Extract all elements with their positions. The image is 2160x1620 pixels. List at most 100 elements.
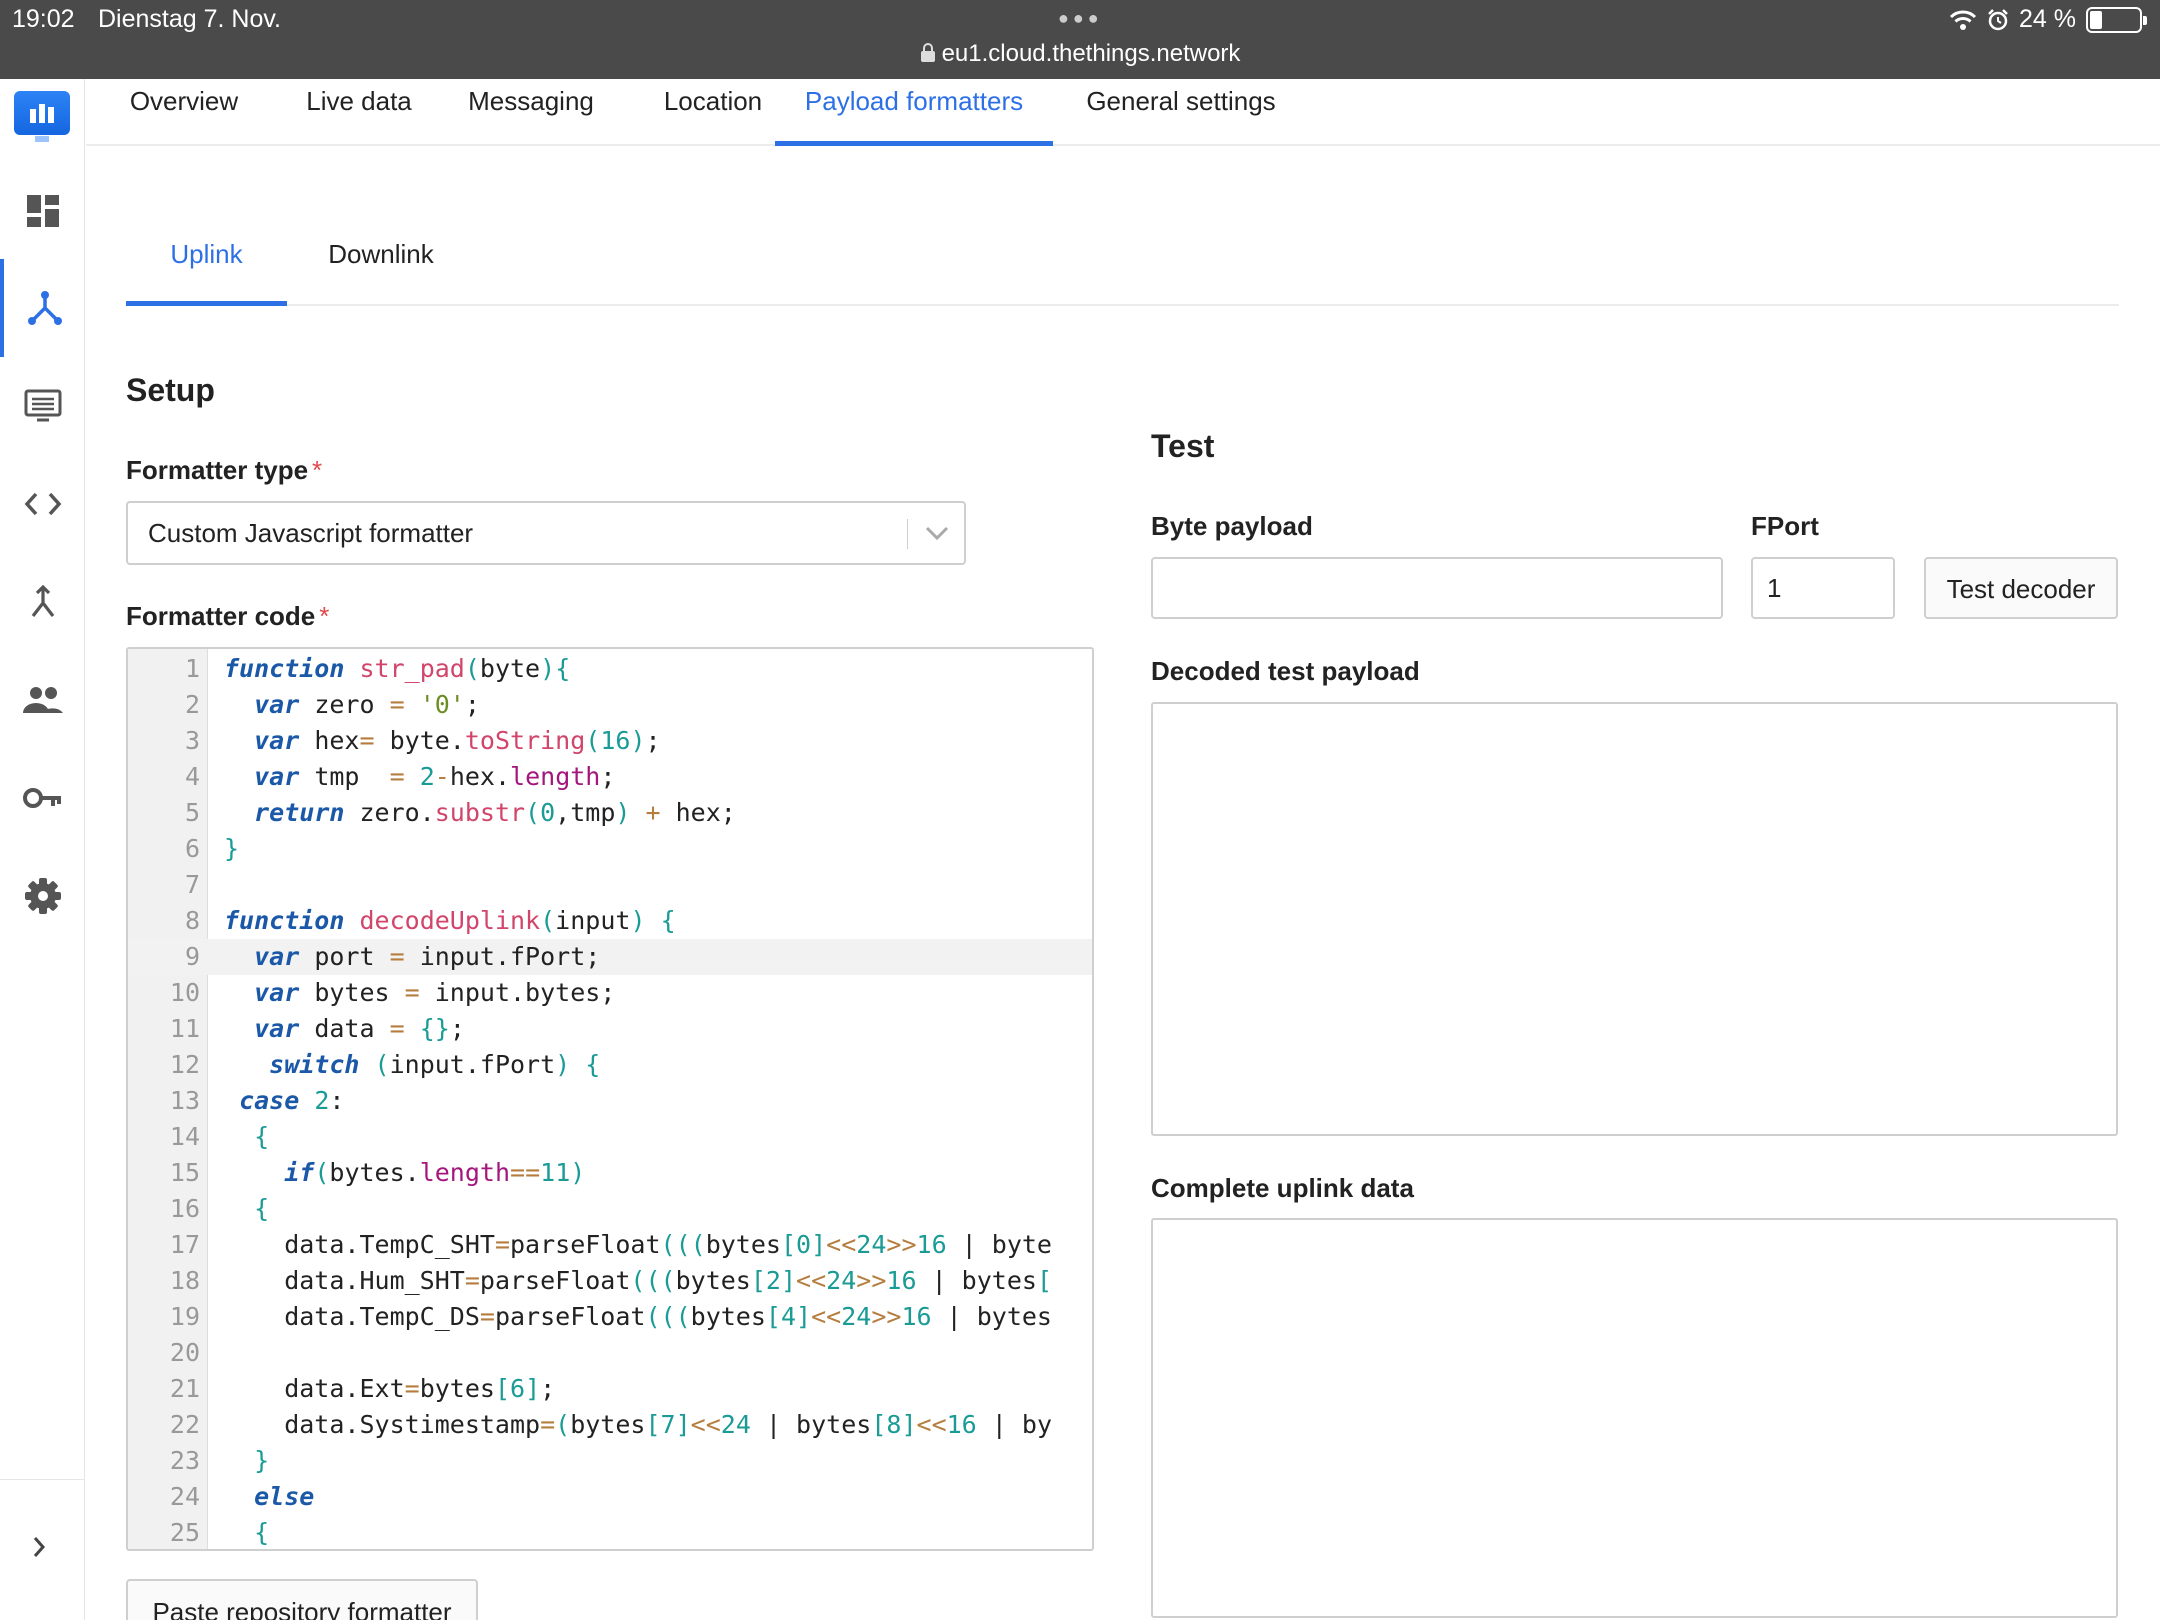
address-url: eu1.cloud.thethings.network (941, 40, 1241, 67)
line-number: 17 (169, 1230, 200, 1259)
code-text: var tmp = 2-hex.length; (254, 762, 616, 791)
code-line[interactable]: 23 } (128, 1443, 1092, 1479)
code-line[interactable]: 20 (128, 1335, 1092, 1371)
code-line[interactable]: 1 function str_pad(byte){ (128, 651, 1092, 687)
formatter-type-select[interactable]: Custom Javascript formatter (126, 501, 966, 565)
battery-level (2090, 10, 2102, 29)
code-line[interactable]: 19 data.TempC_DS=parseFloat(((bytes[4]<<… (128, 1299, 1092, 1335)
console-logo-icon[interactable] (14, 91, 70, 135)
code-line[interactable]: 24 else (128, 1479, 1092, 1515)
tab-live-data[interactable]: Live data (304, 79, 414, 146)
status-date: Dienstag 7. Nov. (98, 5, 281, 33)
chevron-right-icon (33, 1537, 46, 1557)
code-text: data.TempC_DS=parseFloat(((bytes[4]<<24>… (224, 1302, 1052, 1331)
code-editor[interactable]: 1 function str_pad(byte){ 2 var zero = '0'… (126, 647, 1094, 1551)
battery-icon (2086, 6, 2147, 33)
sidebar-item-applications[interactable] (0, 259, 85, 357)
sidebar-item-settings[interactable] (0, 847, 85, 945)
code-line[interactable]: 17 data.TempC_SHT=parseFloat(((bytes[0]<… (128, 1227, 1092, 1263)
sidebar-item-integrations[interactable] (0, 455, 85, 553)
decoded-test-payload-output[interactable] (1151, 702, 2118, 1136)
tab-location[interactable]: Location (640, 79, 786, 146)
sidebar-item-collaborators[interactable] (0, 651, 85, 749)
code-line[interactable]: 13 case 2: (128, 1083, 1092, 1119)
line-number: 24 (169, 1482, 200, 1511)
code-text: var hex= byte.toString(16); (254, 726, 661, 755)
code-line[interactable]: 15 if(bytes.length==11) (128, 1155, 1092, 1191)
code-line[interactable]: 8 function decodeUplink(input) { (128, 903, 1092, 939)
code-line[interactable]: 16 { (128, 1191, 1092, 1227)
tab-uplink[interactable]: Uplink (126, 222, 287, 306)
fport-input[interactable] (1751, 557, 1895, 619)
sidebar-item-gateways[interactable] (0, 357, 85, 455)
code-text: function str_pad(byte){ (224, 654, 571, 683)
line-number: 1 (184, 654, 200, 683)
sidebar-item-payload[interactable] (0, 553, 85, 651)
line-number: 14 (169, 1122, 200, 1151)
line-number: 16 (169, 1194, 200, 1223)
tab-overview[interactable]: Overview (126, 79, 242, 146)
line-number: 23 (169, 1446, 200, 1475)
required-mark: * (319, 601, 330, 631)
line-number: 21 (169, 1374, 200, 1403)
code-text: function decodeUplink(input) { (224, 906, 676, 935)
code-line[interactable]: 5 return zero.substr(0,tmp) + hex; (128, 795, 1092, 831)
tab-general-settings[interactable]: General settings (1076, 79, 1286, 146)
line-number: 5 (184, 798, 200, 827)
formatter-type-value: Custom Javascript formatter (148, 518, 474, 548)
code-line[interactable]: 7 (128, 867, 1092, 903)
code-line[interactable]: 18 data.Hum_SHT=parseFloat(((bytes[2]<<2… (128, 1263, 1092, 1299)
tab-payload-formatters[interactable]: Payload formatters (775, 79, 1053, 146)
code-line[interactable]: 3 var hex= byte.toString(16); (128, 723, 1092, 759)
line-number: 19 (169, 1302, 200, 1331)
code-text: else (254, 1482, 315, 1511)
top-tabs: Overview Live data Messaging Location Pa… (86, 79, 2160, 146)
paste-repository-formatter-button[interactable]: Paste repository formatter (126, 1579, 478, 1620)
code-text: { (254, 1122, 270, 1151)
people-icon (22, 687, 63, 713)
code-line[interactable]: 6} (128, 831, 1092, 867)
byte-payload-input[interactable] (1151, 557, 1723, 619)
code-line[interactable]: 21 data.Ext=bytes[6]; (128, 1371, 1092, 1407)
sidebar-collapse-button[interactable] (24, 1527, 54, 1567)
code-line[interactable]: 4 var tmp = 2-hex.length; (128, 759, 1092, 795)
code-line[interactable]: 25 { (128, 1515, 1092, 1549)
test-decoder-button[interactable]: Test decoder (1924, 557, 2118, 619)
formatter-type-label-text: Formatter type (126, 455, 309, 485)
line-number: 10 (169, 978, 200, 1007)
status-bar: 19:02 Dienstag 7. Nov. ●●● eu1.cloud.the… (0, 0, 2160, 79)
line-number: 2 (184, 690, 200, 719)
sub-tabs: Uplink Downlink (126, 222, 2119, 306)
code-line[interactable]: 10 var bytes = input.bytes; (128, 975, 1092, 1011)
battery-percent: 24 % (2019, 5, 2076, 33)
address-bar[interactable]: eu1.cloud.thethings.network (0, 40, 2160, 68)
complete-uplink-data-output[interactable] (1151, 1218, 2118, 1618)
key-icon (22, 788, 61, 808)
merge-icon (31, 585, 54, 617)
alarm-icon (1988, 8, 2008, 30)
line-number: 22 (169, 1410, 200, 1439)
more-dots-icon[interactable]: ●●● (1058, 8, 1103, 29)
logo-stand (35, 136, 49, 142)
code-line[interactable]: 9 var port = input.fPort; (128, 939, 1092, 975)
code-line[interactable]: 2 var zero = '0'; (128, 687, 1092, 723)
tab-downlink[interactable]: Downlink (306, 222, 456, 306)
code-line[interactable]: 11 var data = {}; (128, 1011, 1092, 1047)
code-text: switch (input.fPort) { (269, 1050, 601, 1079)
code-line[interactable]: 12 switch (input.fPort) { (128, 1047, 1092, 1083)
test-title: Test (1151, 428, 1215, 464)
decoded-test-payload-label: Decoded test payload (1151, 656, 1420, 686)
sidebar-item-dashboard[interactable] (0, 162, 85, 260)
tab-messaging[interactable]: Messaging (466, 79, 596, 146)
sidebar-item-api-keys[interactable] (0, 749, 85, 847)
code-text: case 2: (239, 1086, 345, 1115)
fport-label: FPort (1751, 511, 1819, 541)
code-text: var port = input.fPort; (254, 942, 601, 971)
code-line[interactable]: 14 { (128, 1119, 1092, 1155)
wifi-icon (1949, 10, 1977, 30)
complete-uplink-data-label: Complete uplink data (1151, 1173, 1414, 1203)
formatter-code-label-text: Formatter code (126, 601, 316, 631)
chevron-down-icon (925, 526, 949, 541)
code-line[interactable]: 22 data.Systimestamp=(bytes[7]<<24 | byt… (128, 1407, 1092, 1443)
select-separator (907, 519, 908, 549)
